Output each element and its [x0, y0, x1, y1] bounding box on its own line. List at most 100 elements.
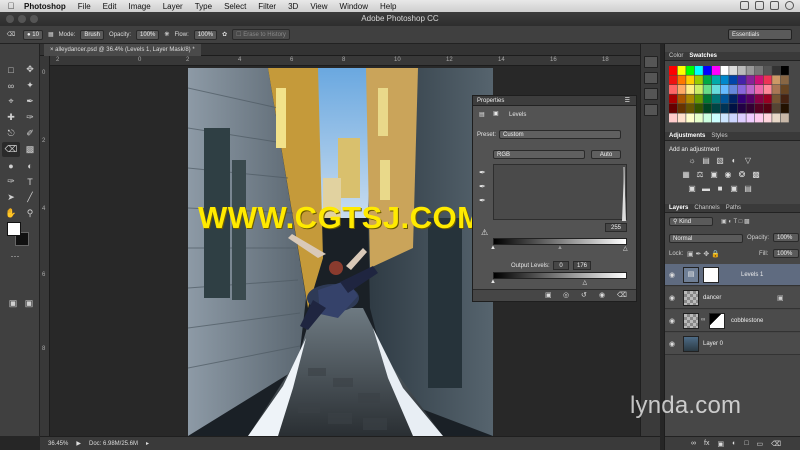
swatch-cell[interactable]: [755, 66, 763, 75]
path-select-tool-icon[interactable]: ➤: [2, 190, 20, 205]
swatch-cell[interactable]: [669, 94, 677, 104]
swatch-cell[interactable]: [686, 104, 695, 113]
hue-saturation-icon[interactable]: ▦: [681, 170, 691, 180]
lock-icons[interactable]: ▣ ✒ ✥ 🔒: [687, 250, 720, 258]
swatch-cell[interactable]: [712, 94, 720, 104]
swatch-cell[interactable]: [677, 75, 686, 85]
dock-history-icon[interactable]: [644, 56, 658, 68]
clip-to-layer-icon[interactable]: ▣: [545, 292, 554, 300]
swatch-cell[interactable]: [703, 75, 712, 85]
layer-name[interactable]: dancer: [703, 295, 721, 301]
swatch-cell[interactable]: [772, 66, 781, 75]
menu-select[interactable]: Select: [224, 2, 246, 11]
swatch-cell[interactable]: [772, 85, 781, 94]
channel-select[interactable]: RGB: [493, 150, 585, 159]
menu-view[interactable]: View: [310, 2, 327, 11]
menu-image[interactable]: Image: [128, 2, 150, 11]
airbrush-icon[interactable]: ✿: [222, 31, 227, 38]
swatch-cell[interactable]: [780, 85, 789, 94]
lasso-tool-icon[interactable]: ∞: [2, 78, 20, 93]
flow-field[interactable]: 100%: [193, 29, 218, 40]
swatch-cell[interactable]: [746, 113, 755, 123]
pen-tool-icon[interactable]: ✑: [2, 174, 20, 189]
menu-filter[interactable]: Filter: [258, 2, 276, 11]
swatch-cell[interactable]: [763, 85, 772, 94]
swatch-cell[interactable]: [737, 85, 746, 94]
levels-icon[interactable]: ▤: [701, 156, 711, 166]
swatch-cell[interactable]: [780, 75, 789, 85]
swatch-cell[interactable]: [737, 66, 746, 75]
swatch-cell[interactable]: [780, 113, 789, 123]
layer-name[interactable]: Layer 0: [703, 341, 723, 347]
eraser-tool-icon[interactable]: ⌫: [2, 142, 20, 157]
tab-color[interactable]: Color: [669, 52, 683, 60]
swatch-cell[interactable]: [720, 75, 729, 85]
delete-layer-icon[interactable]: ⌫: [771, 440, 781, 448]
history-brush-tool-icon[interactable]: ✐: [21, 126, 39, 141]
swatch-cell[interactable]: [755, 75, 763, 85]
add-mask-icon[interactable]: ▣: [717, 440, 724, 448]
gray-point-eyedropper-icon[interactable]: ✒: [479, 182, 486, 191]
menu-file[interactable]: File: [78, 2, 91, 11]
input-levels-slider[interactable]: [493, 238, 627, 245]
visibility-icon[interactable]: ◉: [599, 292, 608, 300]
hand-tool-icon[interactable]: ✋: [2, 206, 20, 221]
swatch-cell[interactable]: [712, 113, 720, 123]
output-black-field[interactable]: 0: [553, 261, 569, 270]
swatch-cell[interactable]: [763, 104, 772, 113]
close-window-button[interactable]: [6, 15, 14, 23]
tray-icon-2[interactable]: [755, 1, 764, 10]
gradient-map-icon[interactable]: ▤: [743, 184, 753, 194]
fx-icon[interactable]: fx: [704, 440, 709, 447]
brush-tool-icon[interactable]: ✑: [21, 110, 39, 125]
document-image[interactable]: [188, 68, 493, 436]
swatch-cell[interactable]: [737, 113, 746, 123]
swatch-cell[interactable]: [677, 66, 686, 75]
menu-type[interactable]: Type: [195, 2, 212, 11]
layer-opacity-field[interactable]: 100%: [773, 233, 799, 242]
swatch-cell[interactable]: [763, 66, 772, 75]
swatch-cell[interactable]: [729, 94, 738, 104]
swatch-cell[interactable]: [694, 66, 703, 75]
swatch-cell[interactable]: [694, 104, 703, 113]
menu-layer[interactable]: Layer: [163, 2, 183, 11]
swatch-cell[interactable]: [729, 75, 738, 85]
swatch-cell[interactable]: [694, 85, 703, 94]
black-point-eyedropper-icon[interactable]: ✒: [479, 168, 486, 177]
eyedropper-tool-icon[interactable]: ✒: [21, 94, 39, 109]
swatch-cell[interactable]: [686, 94, 695, 104]
threshold-icon[interactable]: ■: [715, 184, 725, 194]
screen-mode-icon[interactable]: ▣: [20, 296, 38, 311]
layer-row-dancer[interactable]: ◉ dancer ▣: [665, 287, 800, 309]
white-point-eyedropper-icon[interactable]: ✒: [479, 196, 486, 205]
swatch-cell[interactable]: [677, 85, 686, 94]
color-lookup-icon[interactable]: ▩: [751, 170, 761, 180]
vertical-ruler[interactable]: 0 2 4 6 8: [40, 56, 50, 436]
blur-tool-icon[interactable]: ●: [2, 158, 20, 173]
document-tab[interactable]: × alleydancer.psd @ 36.4% (Levels 1, Lay…: [44, 44, 201, 56]
swatch-cell[interactable]: [703, 94, 712, 104]
invert-icon[interactable]: ▣: [687, 184, 697, 194]
swatch-cell[interactable]: [746, 75, 755, 85]
erase-to-history-checkbox[interactable]: ☐ Erase to History: [232, 29, 290, 40]
brush-size-picker[interactable]: ● 10: [23, 29, 43, 40]
visibility-eye-icon[interactable]: ◉: [669, 340, 675, 348]
vibrance-icon[interactable]: ▽: [743, 156, 753, 166]
foreground-color-swatch[interactable]: [7, 222, 21, 236]
gradient-tool-icon[interactable]: ▩: [21, 142, 39, 157]
brightness-contrast-icon[interactable]: ☼: [687, 156, 697, 166]
chain-link-icon[interactable]: ∞: [701, 317, 705, 323]
panel-menu-icon[interactable]: ☰: [625, 96, 630, 106]
status-menu-icon[interactable]: ▸: [146, 440, 149, 447]
swatch-cell[interactable]: [780, 66, 789, 75]
export-icon[interactable]: ▶: [76, 440, 81, 447]
crop-tool-icon[interactable]: ⌖: [2, 94, 20, 109]
eraser-tool-preset-icon[interactable]: ⌫: [4, 28, 18, 42]
posterize-icon[interactable]: ▬: [701, 184, 711, 194]
menu-help[interactable]: Help: [380, 2, 396, 11]
opacity-field[interactable]: 100%: [136, 29, 160, 40]
swatch-cell[interactable]: [677, 113, 686, 123]
menu-edit[interactable]: Edit: [103, 2, 117, 11]
swatch-cell[interactable]: [703, 104, 712, 113]
swatch-cell[interactable]: [712, 85, 720, 94]
